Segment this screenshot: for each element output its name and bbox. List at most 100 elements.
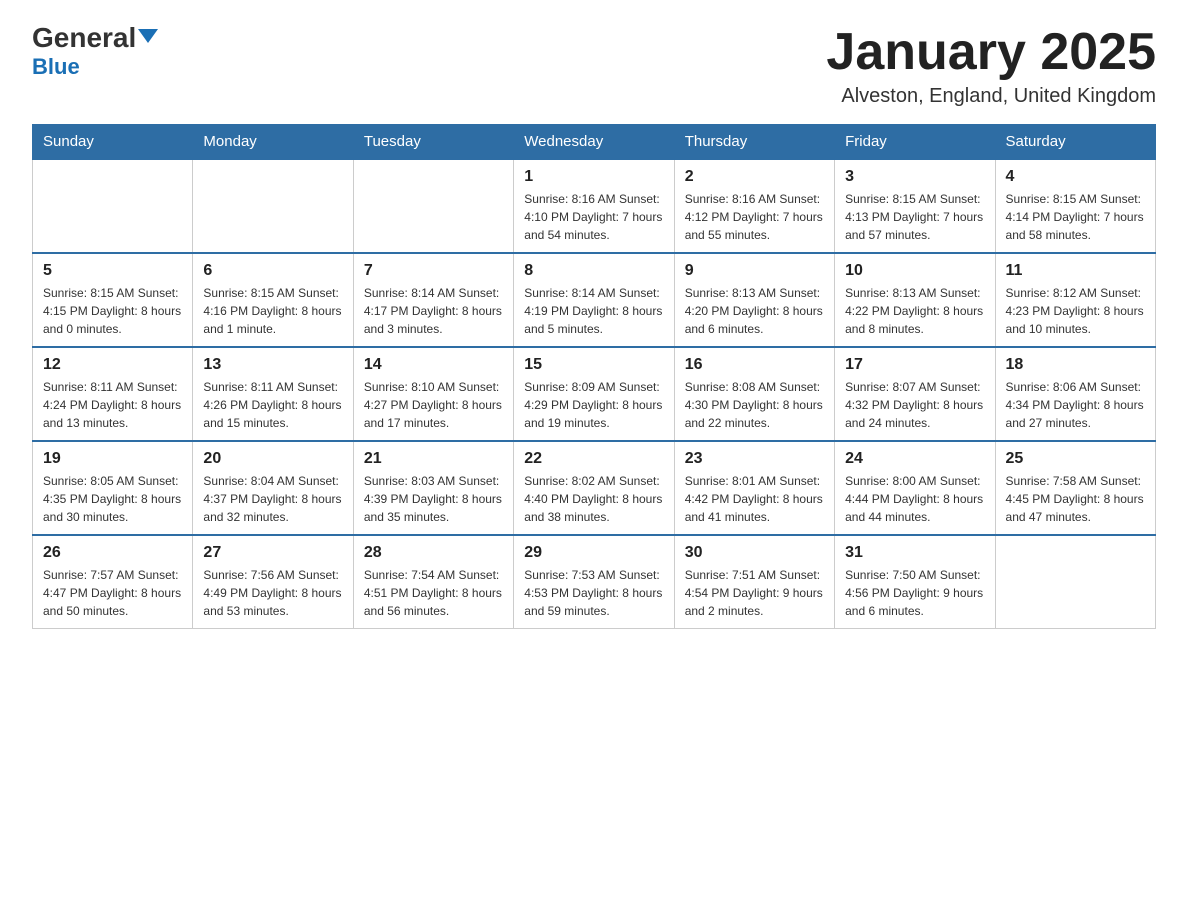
day-info: Sunrise: 8:15 AM Sunset: 4:16 PM Dayligh… [203,284,342,338]
day-number: 28 [364,544,503,562]
location-title: Alveston, England, United Kingdom [826,85,1156,108]
calendar-cell: 26 Sunrise: 7:57 AM Sunset: 4:47 PM Dayli… [33,535,193,629]
week-row-3: 19Sunrise: 8:05 AM Sunset: 4:35 PM Dayli… [33,441,1156,535]
calendar-cell: 21Sunrise: 8:03 AM Sunset: 4:39 PM Dayli… [353,441,513,535]
day-number: 24 [845,450,984,468]
day-info: Sunrise: 7:51 AM Sunset: 4:54 PM Dayligh… [685,566,824,620]
day-number: 30 [685,544,824,562]
weekday-header-saturday: Saturday [995,125,1155,160]
week-row-4: 26 Sunrise: 7:57 AM Sunset: 4:47 PM Dayli… [33,535,1156,629]
day-number: 31 [845,544,984,562]
day-info: Sunrise: 8:15 AM Sunset: 4:13 PM Dayligh… [845,190,984,244]
day-info: Sunrise: 8:13 AM Sunset: 4:20 PM Dayligh… [685,284,824,338]
calendar-cell: 4 Sunrise: 8:15 AM Sunset: 4:14 PM Daylig… [995,159,1155,253]
day-info: Sunrise: 8:02 AM Sunset: 4:40 PM Dayligh… [524,472,663,526]
calendar-cell: 31 Sunrise: 7:50 AM Sunset: 4:56 PM Dayli… [835,535,995,629]
calendar-cell: 28Sunrise: 7:54 AM Sunset: 4:51 PM Dayli… [353,535,513,629]
day-number: 1 [524,168,663,186]
calendar-cell: 3Sunrise: 8:15 AM Sunset: 4:13 PM Daylig… [835,159,995,253]
calendar-table: SundayMondayTuesdayWednesdayThursdayFrid… [32,124,1156,629]
calendar-cell: 2 Sunrise: 8:16 AM Sunset: 4:12 PM Daylig… [674,159,834,253]
day-info: Sunrise: 8:16 AM Sunset: 4:12 PM Dayligh… [685,190,824,244]
day-info: Sunrise: 8:13 AM Sunset: 4:22 PM Dayligh… [845,284,984,338]
day-info: Sunrise: 8:15 AM Sunset: 4:15 PM Dayligh… [43,284,182,338]
calendar-cell: 29 Sunrise: 7:53 AM Sunset: 4:53 PM Dayli… [514,535,674,629]
calendar-cell: 22 Sunrise: 8:02 AM Sunset: 4:40 PM Dayli… [514,441,674,535]
week-row-2: 12 Sunrise: 8:11 AM Sunset: 4:24 PM Dayli… [33,347,1156,441]
calendar-cell: 15 Sunrise: 8:09 AM Sunset: 4:29 PM Dayli… [514,347,674,441]
logo-general-text: General [32,22,158,53]
calendar-cell: 8Sunrise: 8:14 AM Sunset: 4:19 PM Daylig… [514,253,674,347]
logo-triangle-icon [138,29,158,43]
calendar-cell: 12 Sunrise: 8:11 AM Sunset: 4:24 PM Dayli… [33,347,193,441]
calendar-cell: 18 Sunrise: 8:06 AM Sunset: 4:34 PM Dayli… [995,347,1155,441]
calendar-cell: 7 Sunrise: 8:14 AM Sunset: 4:17 PM Daylig… [353,253,513,347]
day-info: Sunrise: 7:56 AM Sunset: 4:49 PM Dayligh… [203,566,342,620]
weekday-header-friday: Friday [835,125,995,160]
calendar-cell: 6 Sunrise: 8:15 AM Sunset: 4:16 PM Daylig… [193,253,353,347]
day-number: 18 [1006,356,1145,374]
day-number: 29 [524,544,663,562]
calendar-cell [353,159,513,253]
day-number: 7 [364,262,503,280]
calendar-cell: 11 Sunrise: 8:12 AM Sunset: 4:23 PM Dayli… [995,253,1155,347]
calendar-cell: 20Sunrise: 8:04 AM Sunset: 4:37 PM Dayli… [193,441,353,535]
day-info: Sunrise: 7:58 AM Sunset: 4:45 PM Dayligh… [1006,472,1145,526]
calendar-cell [995,535,1155,629]
day-number: 20 [203,450,342,468]
month-title: January 2025 [826,24,1156,81]
day-number: 22 [524,450,663,468]
day-info: Sunrise: 7:57 AM Sunset: 4:47 PM Dayligh… [43,566,182,620]
day-info: Sunrise: 8:07 AM Sunset: 4:32 PM Dayligh… [845,378,984,432]
day-info: Sunrise: 8:12 AM Sunset: 4:23 PM Dayligh… [1006,284,1145,338]
day-info: Sunrise: 8:11 AM Sunset: 4:24 PM Dayligh… [43,378,182,432]
calendar-cell: 5 Sunrise: 8:15 AM Sunset: 4:15 PM Daylig… [33,253,193,347]
day-info: Sunrise: 8:01 AM Sunset: 4:42 PM Dayligh… [685,472,824,526]
weekday-header-wednesday: Wednesday [514,125,674,160]
day-number: 13 [203,356,342,374]
day-number: 27 [203,544,342,562]
day-info: Sunrise: 8:00 AM Sunset: 4:44 PM Dayligh… [845,472,984,526]
day-number: 4 [1006,168,1145,186]
logo-blue-text: Blue [32,54,80,80]
calendar-cell: 19Sunrise: 8:05 AM Sunset: 4:35 PM Dayli… [33,441,193,535]
day-info: Sunrise: 8:08 AM Sunset: 4:30 PM Dayligh… [685,378,824,432]
day-number: 5 [43,262,182,280]
day-info: Sunrise: 8:09 AM Sunset: 4:29 PM Dayligh… [524,378,663,432]
day-number: 16 [685,356,824,374]
title-block: January 2025 Alveston, England, United K… [826,24,1156,108]
logo-general-blue: General [32,24,158,52]
day-number: 9 [685,262,824,280]
day-number: 12 [43,356,182,374]
day-number: 19 [43,450,182,468]
day-number: 11 [1006,262,1145,280]
weekday-header-sunday: Sunday [33,125,193,160]
day-info: Sunrise: 8:14 AM Sunset: 4:19 PM Dayligh… [524,284,663,338]
calendar-cell: 16 Sunrise: 8:08 AM Sunset: 4:30 PM Dayli… [674,347,834,441]
day-info: Sunrise: 7:53 AM Sunset: 4:53 PM Dayligh… [524,566,663,620]
day-number: 14 [364,356,503,374]
day-number: 26 [43,544,182,562]
day-info: Sunrise: 7:50 AM Sunset: 4:56 PM Dayligh… [845,566,984,620]
weekday-header-monday: Monday [193,125,353,160]
day-info: Sunrise: 8:06 AM Sunset: 4:34 PM Dayligh… [1006,378,1145,432]
day-number: 2 [685,168,824,186]
calendar-cell: 27 Sunrise: 7:56 AM Sunset: 4:49 PM Dayli… [193,535,353,629]
day-number: 6 [203,262,342,280]
calendar-cell: 13 Sunrise: 8:11 AM Sunset: 4:26 PM Dayli… [193,347,353,441]
day-number: 25 [1006,450,1145,468]
day-info: Sunrise: 8:16 AM Sunset: 4:10 PM Dayligh… [524,190,663,244]
day-info: Sunrise: 8:11 AM Sunset: 4:26 PM Dayligh… [203,378,342,432]
week-row-1: 5 Sunrise: 8:15 AM Sunset: 4:15 PM Daylig… [33,253,1156,347]
day-number: 21 [364,450,503,468]
day-info: Sunrise: 8:15 AM Sunset: 4:14 PM Dayligh… [1006,190,1145,244]
weekday-header-row: SundayMondayTuesdayWednesdayThursdayFrid… [33,125,1156,160]
calendar-cell: 23Sunrise: 8:01 AM Sunset: 4:42 PM Dayli… [674,441,834,535]
day-number: 17 [845,356,984,374]
day-number: 15 [524,356,663,374]
calendar-cell [33,159,193,253]
calendar-cell: 25 Sunrise: 7:58 AM Sunset: 4:45 PM Dayli… [995,441,1155,535]
day-info: Sunrise: 8:14 AM Sunset: 4:17 PM Dayligh… [364,284,503,338]
day-info: Sunrise: 8:10 AM Sunset: 4:27 PM Dayligh… [364,378,503,432]
calendar-cell: 24 Sunrise: 8:00 AM Sunset: 4:44 PM Dayli… [835,441,995,535]
